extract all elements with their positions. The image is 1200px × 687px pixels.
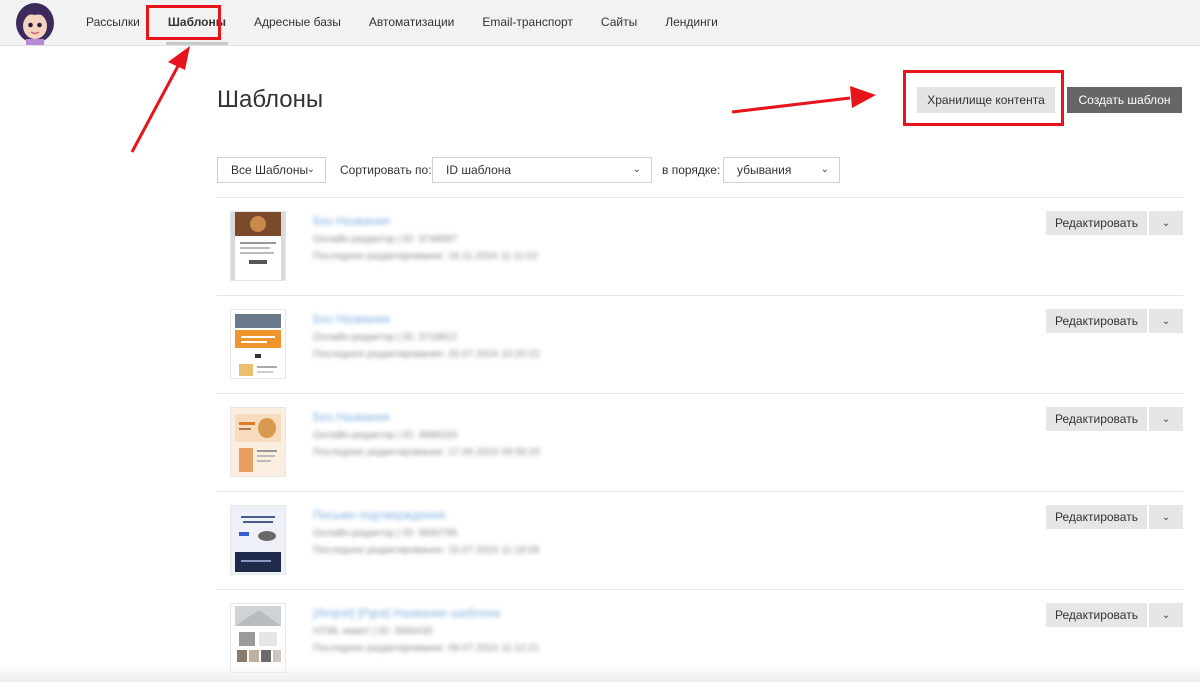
template-list: Без Названия Онлайн-редактор | ID: 37480…: [217, 197, 1183, 687]
template-name[interactable]: Письмо подтверждения: [313, 508, 539, 522]
bottom-fade: [0, 664, 1200, 682]
template-name[interactable]: [Amjret] [Pgrø] Название шаблона: [313, 606, 539, 620]
edit-button[interactable]: Редактировать: [1046, 407, 1147, 431]
template-name[interactable]: Без Названия: [313, 312, 540, 326]
chevron-down-icon[interactable]: ⌄: [1149, 407, 1183, 431]
all-templates-label: Все Шаблоны: [231, 163, 309, 177]
edit-button[interactable]: Редактировать: [1046, 211, 1147, 235]
template-info: [Amjret] [Pgrø] Название шаблона HTML-ма…: [313, 606, 539, 660]
template-info: Письмо подтверждения Онлайн-редактор | I…: [313, 508, 539, 562]
row-actions: Редактировать ⌄: [1046, 211, 1183, 235]
template-thumbnail[interactable]: [230, 309, 286, 379]
template-row: Без Названия Онлайн-редактор | ID: 37480…: [217, 197, 1183, 295]
nav-item-campaigns[interactable]: Рассылки: [72, 0, 154, 45]
template-name[interactable]: Без Названия: [313, 410, 540, 424]
template-info: Без Названия Онлайн-редактор | ID: 37480…: [313, 214, 538, 268]
sort-label: Сортировать по:: [340, 163, 432, 177]
edit-button[interactable]: Редактировать: [1046, 505, 1147, 529]
template-editor: Онлайн-редактор | ID: 3650795: [313, 528, 458, 539]
edit-button[interactable]: Редактировать: [1046, 603, 1147, 627]
template-editor: Онлайн-редактор | ID: 3718812: [313, 332, 458, 343]
page-title: Шаблоны: [217, 86, 324, 113]
template-thumbnail[interactable]: [230, 505, 286, 575]
highlight-templates-tab: [146, 5, 221, 40]
template-row: Без Названия Онлайн-редактор | ID: 36893…: [217, 393, 1183, 491]
nav-item-address-books[interactable]: Адресные базы: [240, 0, 355, 45]
row-actions: Редактировать ⌄: [1046, 603, 1183, 627]
highlight-content-storage: [903, 70, 1064, 126]
chevron-down-icon[interactable]: ⌄: [1149, 211, 1183, 235]
template-info: Без Названия Онлайн-редактор | ID: 37188…: [313, 312, 540, 366]
template-edited: Последнее редактирование: 15.07.2024 11:…: [313, 545, 540, 556]
chevron-down-icon[interactable]: ⌄: [1149, 505, 1183, 529]
template-thumbnail[interactable]: [230, 407, 286, 477]
edit-button[interactable]: Редактировать: [1046, 309, 1147, 333]
template-edited: Последнее редактирование: 20.07.2024 10:…: [313, 349, 541, 360]
nav-item-automations[interactable]: Автоматизации: [355, 0, 468, 45]
chevron-down-icon: ⌄: [632, 164, 641, 175]
template-info: Без Названия Онлайн-редактор | ID: 36893…: [313, 410, 540, 464]
avatar[interactable]: [12, 1, 58, 45]
sort-value: ID шаблона: [446, 163, 512, 177]
chevron-down-icon[interactable]: ⌄: [1149, 603, 1183, 627]
chevron-down-icon: ⌄: [820, 164, 829, 175]
template-editor: HTML-макет | ID: 3584430: [313, 626, 433, 637]
chevron-down-icon[interactable]: ⌄: [1149, 309, 1183, 333]
template-editor: Онлайн-редактор | ID: 3748097: [313, 234, 458, 245]
nav-item-email-transport[interactable]: Email-транспорт: [468, 0, 587, 45]
template-edited: Последнее редактирование: 16.11.2024 11:…: [313, 251, 538, 262]
nav-item-landings[interactable]: Лендинги: [651, 0, 732, 45]
all-templates-dropdown[interactable]: Все Шаблоны ⌄: [217, 157, 326, 183]
sort-select[interactable]: ID шаблона ⌄: [432, 157, 652, 183]
template-thumbnail[interactable]: [230, 211, 286, 281]
order-label: в порядке:: [662, 163, 721, 177]
row-actions: Редактировать ⌄: [1046, 407, 1183, 431]
template-edited: Последнее редактирование: 17.06.2024 09:…: [313, 447, 541, 458]
order-select[interactable]: убывания ⌄: [723, 157, 840, 183]
create-template-button[interactable]: Создать шаблон: [1067, 87, 1182, 113]
template-row: Без Названия Онлайн-редактор | ID: 37188…: [217, 295, 1183, 393]
template-name[interactable]: Без Названия: [313, 214, 538, 228]
row-actions: Редактировать ⌄: [1046, 309, 1183, 333]
order-value: убывания: [737, 163, 792, 177]
nav-item-sites[interactable]: Сайты: [587, 0, 651, 45]
row-actions: Редактировать ⌄: [1046, 505, 1183, 529]
template-editor: Онлайн-редактор | ID: 3689320: [313, 430, 458, 441]
chevron-down-icon: ⌄: [306, 164, 315, 175]
template-row: Письмо подтверждения Онлайн-редактор | I…: [217, 491, 1183, 589]
template-thumbnail[interactable]: [230, 603, 286, 673]
template-edited: Последнее редактирование: 09.07.2024 11:…: [313, 643, 540, 654]
